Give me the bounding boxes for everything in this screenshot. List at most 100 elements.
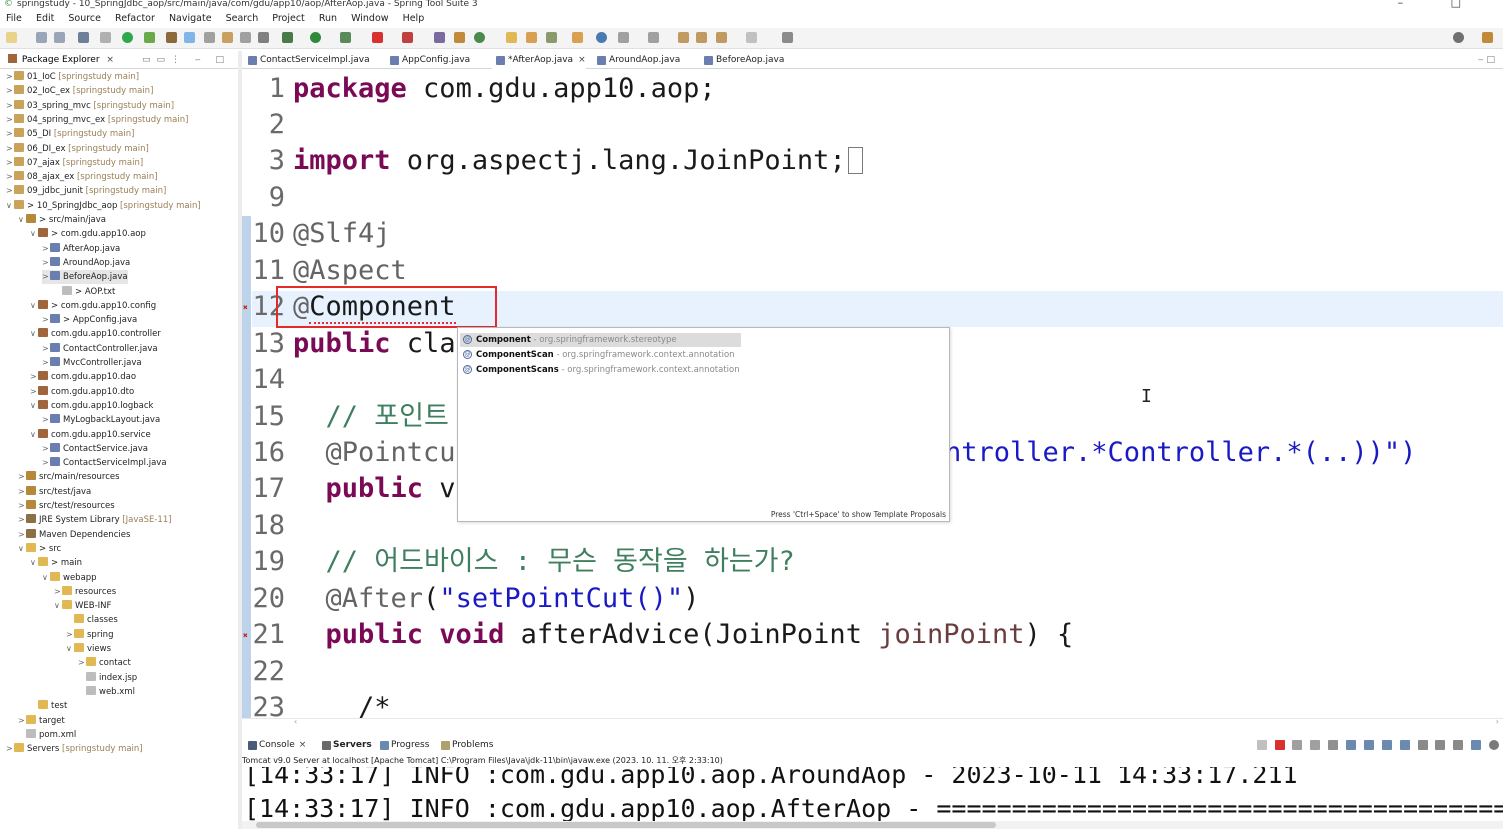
tree-item[interactable]: >02_IoC_ex [springstudy main] bbox=[6, 84, 153, 98]
tree-item[interactable]: > src/main/resources bbox=[18, 470, 120, 484]
open-task-icon[interactable] bbox=[526, 32, 537, 43]
search-icon[interactable] bbox=[1453, 32, 1464, 43]
tree-item[interactable]: >04_spring_mvc_ex [springstudy main] bbox=[6, 113, 188, 127]
close-icon[interactable]: × bbox=[578, 55, 586, 65]
tree-item[interactable]: > spring bbox=[66, 628, 113, 642]
print-icon[interactable] bbox=[78, 32, 89, 43]
run-icon[interactable] bbox=[310, 32, 321, 43]
toggle-icon[interactable] bbox=[204, 32, 215, 43]
tab-appconfig[interactable]: AppConfig.java bbox=[386, 51, 470, 69]
save-all-icon[interactable] bbox=[54, 32, 65, 43]
menu-file[interactable]: File bbox=[6, 13, 22, 24]
chevron-right-icon[interactable]: > bbox=[18, 714, 26, 728]
tree-item[interactable]: >09_jdbc_junit [springstudy main] bbox=[6, 184, 166, 198]
new-java-project-icon[interactable] bbox=[434, 32, 445, 43]
tree-item[interactable]: >06_DI_ex [springstudy main] bbox=[6, 142, 149, 156]
menu-navigate[interactable]: Navigate bbox=[169, 13, 212, 24]
chevron-right-icon[interactable]: > bbox=[6, 70, 14, 84]
tab-contactserviceimpl[interactable]: ContactServiceImpl.java bbox=[244, 51, 370, 69]
suggestion-componentscans[interactable]: @ ComponentScans - org.springframework.co… bbox=[460, 363, 741, 377]
chevron-right-icon[interactable]: > bbox=[66, 628, 74, 642]
tree-item[interactable]: >07_ajax [springstudy main] bbox=[6, 156, 143, 170]
tab-afteraop[interactable]: *AfterAop.java × bbox=[492, 51, 586, 69]
new-icon[interactable] bbox=[6, 32, 17, 43]
new-class-icon[interactable] bbox=[474, 32, 485, 43]
editor-horizontal-scrollbar[interactable]: ‹ › bbox=[242, 717, 1503, 728]
skip-breakpoints-icon[interactable] bbox=[100, 32, 111, 43]
chevron-down-icon[interactable]: ∨ bbox=[54, 599, 62, 613]
tree-item[interactable]: > ContactController.java bbox=[42, 342, 158, 356]
chevron-right-icon[interactable]: > bbox=[42, 342, 50, 356]
tree-item[interactable]: > target bbox=[18, 714, 65, 728]
tree-item[interactable]: > Maven Dependencies bbox=[18, 528, 130, 542]
back-icon[interactable] bbox=[716, 32, 727, 43]
tree-item[interactable]: >03_spring_mvc [springstudy main] bbox=[6, 99, 174, 113]
pin-editor-icon[interactable] bbox=[782, 32, 793, 43]
chevron-right-icon[interactable]: > bbox=[78, 656, 86, 670]
tree-item[interactable]: >08_ajax_ex [springstudy main] bbox=[6, 170, 158, 184]
tree-item[interactable]: ∨ > 10_SpringJdbc_aop [springstudy main] bbox=[6, 199, 201, 213]
chevron-right-icon[interactable]: > bbox=[6, 742, 14, 756]
chevron-right-icon[interactable]: > bbox=[18, 528, 26, 542]
menu-edit[interactable]: Edit bbox=[36, 13, 54, 24]
tab-servers[interactable]: Servers bbox=[320, 736, 372, 755]
tree-item[interactable]: > AOP.txt bbox=[54, 285, 115, 299]
chevron-right-icon[interactable]: > bbox=[42, 356, 50, 370]
chevron-down-icon[interactable]: ∨ bbox=[30, 399, 38, 413]
pin-console-icon[interactable] bbox=[1417, 740, 1428, 750]
chevron-right-icon[interactable]: > bbox=[6, 184, 14, 198]
console-horizontal-scrollbar[interactable] bbox=[242, 821, 1503, 829]
chevron-right-icon[interactable]: > bbox=[18, 513, 26, 527]
error-marker-icon[interactable]: ✖ bbox=[243, 632, 251, 640]
remove-all-icon[interactable] bbox=[1310, 740, 1321, 750]
chevron-right-icon[interactable]: > bbox=[30, 385, 38, 399]
chevron-right-icon[interactable]: > bbox=[42, 456, 50, 470]
tab-aroundaop[interactable]: AroundAop.java bbox=[593, 51, 680, 69]
chevron-right-icon[interactable]: > bbox=[42, 242, 50, 256]
scroll-left-icon[interactable]: ‹ bbox=[294, 717, 297, 726]
chevron-right-icon[interactable]: > bbox=[6, 142, 14, 156]
error-marker-icon[interactable]: ✖ bbox=[243, 304, 251, 312]
tree-item[interactable]: > ContactService.java bbox=[42, 442, 148, 456]
tree-item[interactable]: ∨ com.gdu.app10.controller bbox=[30, 327, 161, 341]
window-controls[interactable]: – □ bbox=[1398, 0, 1483, 8]
folded-imports-box[interactable] bbox=[847, 147, 863, 174]
open-folder-icon[interactable] bbox=[572, 32, 583, 43]
suggestion-component[interactable]: @ Component - org.springframework.stereot… bbox=[460, 333, 741, 347]
tab-beforeaop[interactable]: BeforeAop.java bbox=[700, 51, 784, 69]
chevron-right-icon[interactable]: > bbox=[18, 499, 26, 513]
forward-icon[interactable] bbox=[746, 32, 757, 43]
tree-item[interactable]: > ContactServiceImpl.java bbox=[42, 456, 167, 470]
perspective-icon[interactable] bbox=[1482, 32, 1493, 43]
remove-launch-icon[interactable] bbox=[1292, 740, 1303, 750]
globe-icon[interactable] bbox=[596, 32, 607, 43]
chevron-down-icon[interactable]: ∨ bbox=[30, 227, 38, 241]
package-explorer-title[interactable]: Package Explorer bbox=[22, 55, 100, 65]
tree-item[interactable]: test bbox=[30, 699, 67, 713]
chevron-down-icon[interactable]: ∨ bbox=[30, 556, 38, 570]
chevron-right-icon[interactable]: > bbox=[6, 127, 14, 141]
tree-item[interactable]: ∨ > com.gdu.app10.aop bbox=[30, 227, 146, 241]
scroll-right-icon[interactable]: › bbox=[1496, 717, 1499, 726]
tree-item[interactable]: ∨ views bbox=[66, 642, 111, 656]
debug-icon[interactable] bbox=[282, 32, 293, 43]
save-icon[interactable] bbox=[36, 32, 47, 43]
chevron-right-icon[interactable]: > bbox=[18, 485, 26, 499]
back-edit-icon[interactable] bbox=[696, 32, 707, 43]
chevron-down-icon[interactable]: ∨ bbox=[30, 428, 38, 442]
tree-item[interactable]: ∨ > src/main/java bbox=[18, 213, 106, 227]
clear-console-icon[interactable] bbox=[1328, 740, 1339, 750]
tree-item[interactable]: > AroundAop.java bbox=[42, 256, 130, 270]
tree-item[interactable]: > src/test/resources bbox=[18, 499, 115, 513]
scrollbar-thumb[interactable] bbox=[256, 822, 996, 828]
tree-item[interactable]: index.jsp bbox=[78, 671, 137, 685]
highlight-icon[interactable] bbox=[184, 32, 195, 43]
show-stdout-icon[interactable] bbox=[1381, 740, 1392, 750]
tree-item[interactable]: > Servers [springstudy main] bbox=[6, 742, 143, 756]
chevron-right-icon[interactable]: > bbox=[30, 370, 38, 384]
new-package-icon[interactable] bbox=[454, 32, 465, 43]
chevron-right-icon[interactable]: > bbox=[42, 256, 50, 270]
view-menu-icon[interactable]: ▭▭⋮ ‒ □ bbox=[142, 51, 230, 69]
tree-item[interactable]: classes bbox=[66, 613, 118, 627]
spring-icon[interactable] bbox=[166, 32, 177, 43]
